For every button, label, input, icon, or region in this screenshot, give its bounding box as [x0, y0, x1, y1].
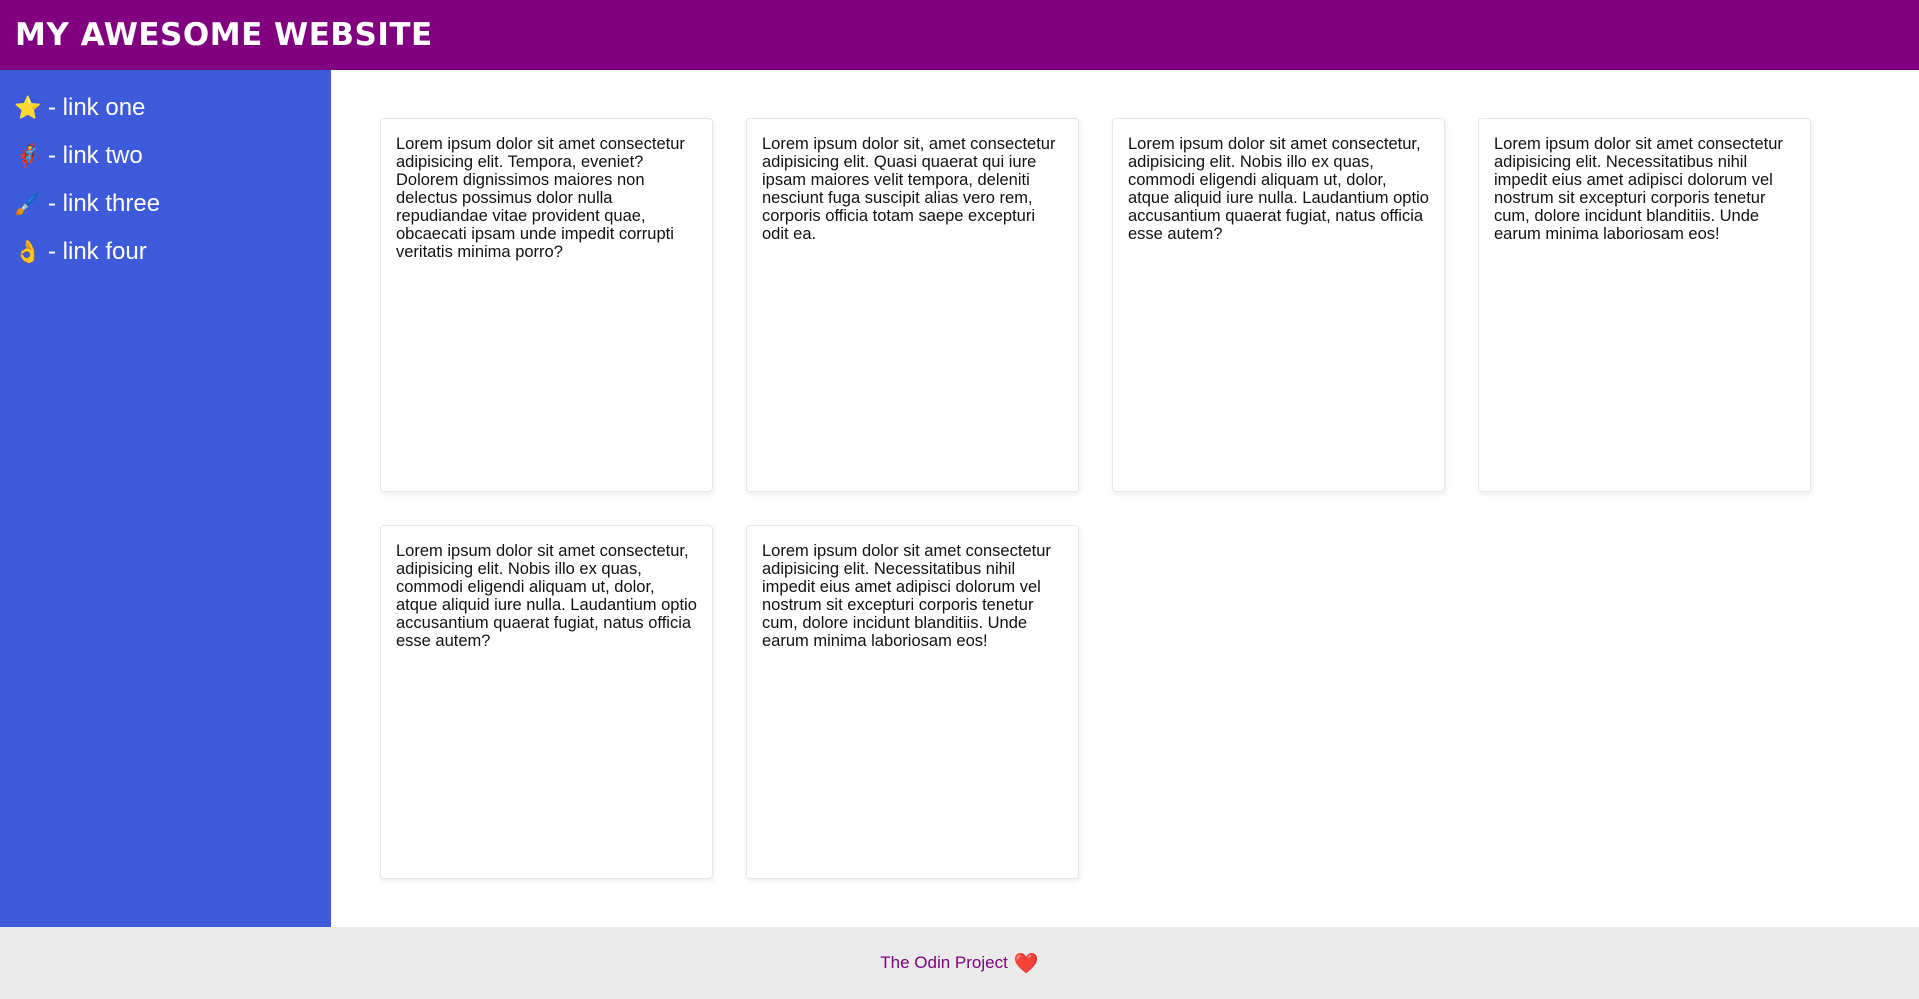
sidebar-link-one[interactable]: ⭐ - link one [14, 84, 331, 132]
sidebar-link-four[interactable]: 👌 - link four [14, 228, 331, 276]
sidebar: ⭐ - link one 🦸 - link two 🖌️ - link thre… [0, 70, 331, 927]
sidebar-link-label: - link one [48, 94, 146, 121]
site-title: MY AWESOME WEBSITE [15, 17, 433, 53]
card: Lorem ipsum dolor sit amet consectetur a… [380, 118, 713, 492]
odin-project-link[interactable]: The Odin Project ❤️ [880, 951, 1038, 976]
sidebar-links: ⭐ - link one 🦸 - link two 🖌️ - link thre… [14, 84, 331, 276]
card: Lorem ipsum dolor sit amet consectetur, … [1112, 118, 1445, 492]
page: MY AWESOME WEBSITE ⭐ - link one 🦸 - link… [0, 0, 1919, 999]
star-icon: ⭐ [14, 95, 42, 120]
sidebar-link-label: - link two [48, 142, 143, 169]
site-footer: The Odin Project ❤️ [0, 927, 1919, 999]
card-grid: Lorem ipsum dolor sit amet consectetur a… [331, 70, 1919, 927]
sidebar-link-three[interactable]: 🖌️ - link three [14, 180, 331, 228]
paintbrush-icon: 🖌️ [14, 191, 42, 216]
sidebar-link-two[interactable]: 🦸 - link two [14, 132, 331, 180]
site-header: MY AWESOME WEBSITE [0, 0, 1919, 70]
card: Lorem ipsum dolor sit amet consectetur a… [746, 525, 1079, 879]
sidebar-link-label: - link four [48, 238, 147, 265]
card: Lorem ipsum dolor sit, amet consectetur … [746, 118, 1079, 492]
card: Lorem ipsum dolor sit amet consectetur, … [380, 525, 713, 879]
footer-link-label: The Odin Project [880, 953, 1008, 972]
sidebar-link-label: - link three [48, 190, 161, 217]
heart-icon: ❤️ [1013, 952, 1039, 975]
ok-hand-icon: 👌 [14, 239, 42, 264]
card: Lorem ipsum dolor sit amet consectetur a… [1478, 118, 1811, 492]
person-icon: 🦸 [14, 143, 42, 168]
